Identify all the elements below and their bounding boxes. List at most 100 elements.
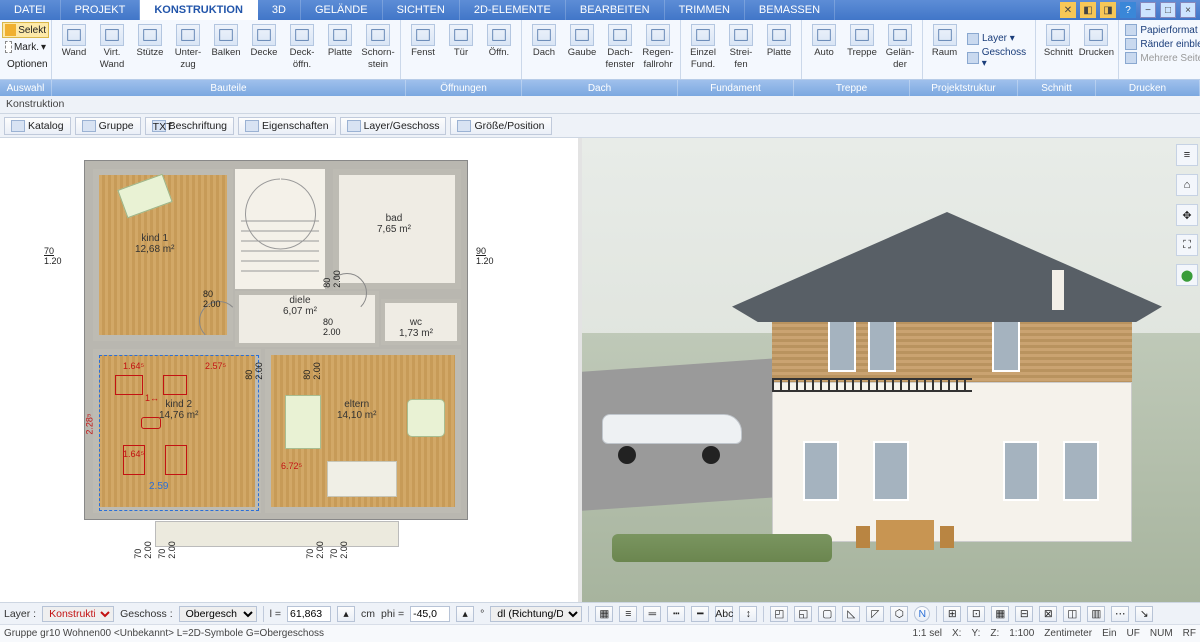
- tab-3d[interactable]: 3D: [258, 0, 301, 20]
- grid-icon-7[interactable]: ▥: [1087, 606, 1105, 622]
- layer-select[interactable]: Konstruktio: [42, 606, 114, 622]
- grid-icon-4[interactable]: ⊟: [1015, 606, 1033, 622]
- grid-icon-3[interactable]: ▦: [991, 606, 1009, 622]
- quick-mark[interactable]: Mark. ▾: [2, 39, 49, 55]
- ribbon-balken[interactable]: Balken: [207, 22, 245, 79]
- status-rf[interactable]: RF: [1183, 628, 1196, 639]
- help-icon[interactable]: ?: [1120, 2, 1136, 18]
- tool-icon-2[interactable]: ◧: [1080, 2, 1096, 18]
- tab-bemassen[interactable]: BEMASSEN: [745, 0, 835, 20]
- tab-projekt[interactable]: PROJEKT: [61, 0, 141, 20]
- align-icon-1[interactable]: ◰: [770, 606, 788, 622]
- ribbon-sttze[interactable]: Stütze: [131, 22, 169, 79]
- ribbon-geln[interactable]: Gelän-der: [881, 22, 919, 79]
- tab-gelaende[interactable]: GELÄNDE: [301, 0, 383, 20]
- status-num[interactable]: NUM: [1150, 628, 1173, 639]
- view-2d-floorplan[interactable]: kind 112,68 m² bad7,65 m² diele6,07 m² w…: [0, 138, 582, 602]
- tbtn-greposition[interactable]: Größe/Position: [450, 117, 551, 135]
- align-icon-5[interactable]: ◸: [866, 606, 884, 622]
- ribbon-tr[interactable]: Tür: [442, 22, 480, 79]
- align-icon-3[interactable]: ▢: [818, 606, 836, 622]
- ribbon-platte[interactable]: Platte: [760, 22, 798, 79]
- ribbon-strei[interactable]: Strei-fen: [722, 22, 760, 79]
- subtab-konstruktion[interactable]: Konstruktion: [0, 96, 1200, 114]
- l-stepper[interactable]: ▴: [337, 606, 355, 622]
- tab-trimmen[interactable]: TRIMMEN: [665, 0, 745, 20]
- wand-icon: [62, 24, 86, 46]
- grid-icon-1[interactable]: ⊞: [943, 606, 961, 622]
- ribbon-schnitt[interactable]: Schnitt: [1039, 22, 1077, 79]
- snap-icon-7[interactable]: ↕: [739, 606, 757, 622]
- grid-icon-6[interactable]: ◫: [1063, 606, 1081, 622]
- geschoss-select[interactable]: Obergesch…: [179, 606, 257, 622]
- expand-icon[interactable]: ⛶: [1176, 234, 1198, 256]
- tool-icon-3[interactable]: ◨: [1100, 2, 1116, 18]
- tbtn-gruppe[interactable]: Gruppe: [75, 117, 141, 135]
- grid-icon-8[interactable]: ⋯: [1111, 606, 1129, 622]
- ribbon-drucken[interactable]: Drucken: [1077, 22, 1115, 79]
- tbtn-beschriftung[interactable]: TXTBeschriftung: [145, 117, 234, 135]
- layers-icon[interactable]: ≡: [1176, 144, 1198, 166]
- mode-select[interactable]: dl (Richtung/Di: [490, 606, 582, 622]
- tab-2d-elemente[interactable]: 2D-ELEMENTE: [460, 0, 566, 20]
- tbtn-icon: [347, 120, 361, 132]
- ribbon-virt[interactable]: Virt.Wand: [93, 22, 131, 79]
- snap-icon-1[interactable]: ▦: [595, 606, 613, 622]
- grid-icon-9[interactable]: ↘: [1135, 606, 1153, 622]
- print-link[interactable]: Mehrere Seiten: [1125, 52, 1200, 64]
- ribbon-schorn[interactable]: Schorn-stein: [359, 22, 397, 79]
- l-input[interactable]: [287, 606, 331, 622]
- fit-icon[interactable]: ⌂: [1176, 174, 1198, 196]
- tab-konstruktion[interactable]: KONSTRUKTION: [140, 0, 258, 20]
- tbtn-eigenschaften[interactable]: Eigenschaften: [238, 117, 336, 135]
- align-icon-2[interactable]: ◱: [794, 606, 812, 622]
- align-icon-7[interactable]: N: [914, 606, 930, 622]
- phi-stepper[interactable]: ▴: [456, 606, 474, 622]
- view-3d-render[interactable]: ≡ ⌂ ✥ ⛶ ⬤: [582, 138, 1200, 602]
- ribbon-link-geschoss[interactable]: Geschoss ▾: [967, 47, 1032, 69]
- quick-optionen[interactable]: Optionen: [2, 56, 49, 72]
- tbtn-layergeschoss[interactable]: Layer/Geschoss: [340, 117, 447, 135]
- grid-icon-2[interactable]: ⊡: [967, 606, 985, 622]
- ribbon-ffn[interactable]: Öffn.: [480, 22, 518, 79]
- ribbon-gaube[interactable]: Gaube: [563, 22, 601, 79]
- close-icon[interactable]: ×: [1180, 2, 1196, 18]
- ribbon-link-layer[interactable]: Layer ▾: [967, 33, 1032, 45]
- ribbon-platte[interactable]: Platte: [321, 22, 359, 79]
- tool-icon-1[interactable]: ✕: [1060, 2, 1076, 18]
- align-icon-6[interactable]: ⬡: [890, 606, 908, 622]
- minimize-icon[interactable]: −: [1140, 2, 1156, 18]
- quick-selekt[interactable]: Selekt: [2, 22, 49, 38]
- tab-bearbeiten[interactable]: BEARBEITEN: [566, 0, 665, 20]
- grid-icon-5[interactable]: ⊠: [1039, 606, 1057, 622]
- ribbon-decke[interactable]: Decke: [245, 22, 283, 79]
- ribbon-wand[interactable]: Wand: [55, 22, 93, 79]
- ribbon-regen[interactable]: Regen-fallrohr: [639, 22, 677, 79]
- ribbon-einzel[interactable]: EinzelFund.: [684, 22, 722, 79]
- orbit-icon[interactable]: ✥: [1176, 204, 1198, 226]
- snap-icon-4[interactable]: ┅: [667, 606, 685, 622]
- phi-input[interactable]: [410, 606, 450, 622]
- status-uf[interactable]: UF: [1127, 628, 1140, 639]
- tbtn-katalog[interactable]: Katalog: [4, 117, 71, 135]
- terrain-icon[interactable]: ⬤: [1176, 264, 1198, 286]
- snap-icon-2[interactable]: ≡: [619, 606, 637, 622]
- snap-icon-5[interactable]: ━: [691, 606, 709, 622]
- status-ein[interactable]: Ein: [1102, 628, 1116, 639]
- snap-icon-6[interactable]: Abc: [715, 606, 733, 622]
- ribbon-deck[interactable]: Deck-öffn.: [283, 22, 321, 79]
- ribbon-auto[interactable]: Auto: [805, 22, 843, 79]
- ribbon-raum[interactable]: Raum: [926, 22, 963, 79]
- ribbon-dach[interactable]: Dach: [525, 22, 563, 79]
- ribbon-dach[interactable]: Dach-fenster: [601, 22, 639, 79]
- print-link[interactable]: Ränder einblend.: [1125, 38, 1200, 50]
- tab-sichten[interactable]: SICHTEN: [383, 0, 460, 20]
- ribbon-fenst[interactable]: Fenst: [404, 22, 442, 79]
- maximize-icon[interactable]: □: [1160, 2, 1176, 18]
- print-link[interactable]: Papierformat: [1125, 24, 1200, 36]
- ribbon-treppe[interactable]: Treppe: [843, 22, 881, 79]
- tab-datei[interactable]: DATEI: [0, 0, 61, 20]
- snap-icon-3[interactable]: ═: [643, 606, 661, 622]
- align-icon-4[interactable]: ◺: [842, 606, 860, 622]
- ribbon-unter[interactable]: Unter-zug: [169, 22, 207, 79]
